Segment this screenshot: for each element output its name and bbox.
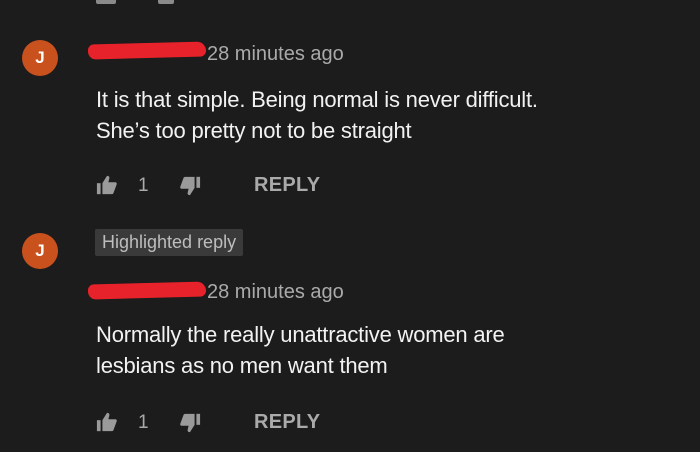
comment-text: Normally the really unattractive women a… (96, 319, 505, 381)
comment-timestamp[interactable]: 28 minutes ago (207, 281, 344, 304)
avatar-letter: J (35, 48, 45, 67)
previous-comment-actions (0, 0, 700, 8)
reply-button[interactable]: REPLY (254, 411, 320, 434)
thumbs-down-icon[interactable] (158, 0, 174, 4)
thumbs-up-icon[interactable] (96, 174, 118, 196)
reply-button[interactable]: REPLY (254, 174, 320, 197)
avatar[interactable]: J (22, 40, 58, 76)
avatar[interactable]: J (22, 233, 58, 269)
like-count: 1 (138, 175, 149, 196)
comment-actions: 1 REPLY (96, 172, 396, 200)
thumbs-up-icon[interactable] (96, 0, 116, 4)
redacted-username (87, 281, 207, 300)
comment-text-line: She’s too pretty not to be straight (96, 118, 412, 143)
redacted-username (87, 41, 207, 60)
comment-actions: 1 REPLY (96, 409, 396, 437)
comment-text-line: It is that simple. Being normal is never… (96, 87, 538, 112)
comment-text-line: lesbians as no men want them (96, 353, 388, 378)
comment-timestamp[interactable]: 28 minutes ago (207, 43, 344, 66)
comment-text: It is that simple. Being normal is never… (96, 84, 538, 146)
avatar-letter: J (35, 241, 45, 260)
highlighted-reply-badge: Highlighted reply (95, 229, 244, 256)
thumbs-down-icon[interactable] (179, 175, 201, 197)
thumbs-up-icon[interactable] (96, 411, 118, 433)
thumbs-down-icon[interactable] (179, 412, 201, 434)
comment-text-line: Normally the really unattractive women a… (96, 322, 505, 347)
like-count: 1 (138, 412, 149, 433)
